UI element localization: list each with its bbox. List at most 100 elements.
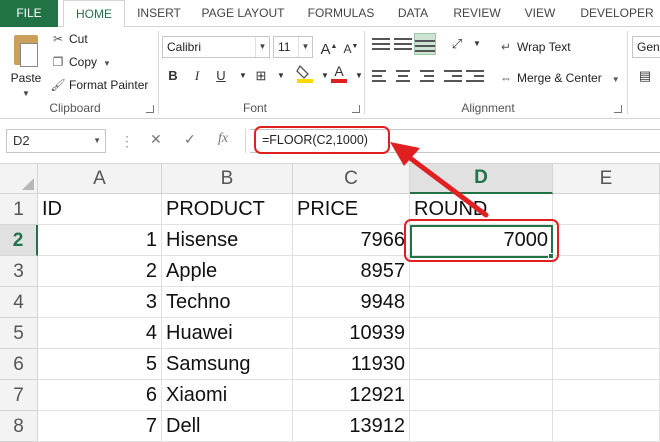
align-center-icon[interactable]	[394, 67, 412, 85]
borders-icon[interactable]: ⊞	[250, 65, 272, 87]
cell-b8[interactable]: Dell	[162, 411, 293, 442]
clipboard-launcher-icon[interactable]	[146, 105, 154, 113]
chevron-down-icon[interactable]: ▼	[22, 89, 30, 98]
shrink-font-icon[interactable]: A▼	[340, 36, 362, 58]
fill-color-icon[interactable]	[294, 63, 316, 85]
copy-button[interactable]: ❐ Copy ▼	[50, 52, 111, 72]
cell-d7[interactable]	[410, 380, 553, 411]
copy-chevron-down-icon[interactable]: ▼	[103, 59, 111, 68]
row-header[interactable]: 3	[0, 256, 38, 287]
italic-button[interactable]: I	[186, 65, 208, 87]
merge-center-button[interactable]: ⇔ Merge & Center ▼	[498, 68, 620, 88]
cell-b4[interactable]: Techno	[162, 287, 293, 318]
align-right-icon[interactable]	[416, 67, 434, 85]
cell-a2[interactable]: 1	[38, 225, 162, 256]
cell-b5[interactable]: Huawei	[162, 318, 293, 349]
font-launcher-icon[interactable]	[352, 105, 360, 113]
accounting-format-icon[interactable]: ▤	[634, 65, 656, 87]
orientation-chevron-down-icon[interactable]: ▼	[466, 33, 488, 55]
cell-e4[interactable]	[553, 287, 660, 318]
increase-indent-icon[interactable]	[466, 67, 484, 85]
borders-chevron-down-icon[interactable]: ▼	[270, 65, 292, 87]
cell-b3[interactable]: Apple	[162, 256, 293, 287]
cell-d4[interactable]	[410, 287, 553, 318]
tab-data[interactable]: DATA	[390, 0, 436, 27]
cell-d5[interactable]	[410, 318, 553, 349]
row-header[interactable]: 5	[0, 318, 38, 349]
merge-chevron-down-icon[interactable]: ▼	[612, 75, 620, 84]
tab-view[interactable]: VIEW	[517, 0, 563, 27]
tab-formulas[interactable]: FORMULAS	[300, 0, 382, 27]
cell-b1[interactable]: PRODUCT	[162, 194, 293, 225]
cell-a8[interactable]: 7	[38, 411, 162, 442]
row-header[interactable]: 1	[0, 194, 38, 225]
top-align-icon[interactable]	[372, 35, 390, 53]
middle-align-icon[interactable]	[394, 35, 412, 53]
insert-function-icon[interactable]: fx	[218, 131, 228, 147]
column-header-a[interactable]: A	[38, 164, 162, 194]
bold-button[interactable]: B	[162, 65, 184, 87]
cell-c2[interactable]: 7966	[293, 225, 410, 256]
column-header-d[interactable]: D	[410, 164, 553, 194]
tab-file[interactable]: FILE	[0, 0, 58, 27]
cell-a1[interactable]: ID	[38, 194, 162, 225]
number-format-select[interactable]: Gene	[632, 36, 660, 58]
cell-e7[interactable]	[553, 380, 660, 411]
format-painter-button[interactable]: 🖌 Format Painter	[50, 75, 148, 95]
cut-button[interactable]: ✂ Cut	[50, 29, 88, 49]
tab-home[interactable]: HOME	[63, 0, 125, 28]
row-header[interactable]: 8	[0, 411, 38, 442]
font-size-select[interactable]: 11 ▼	[273, 36, 313, 58]
enter-icon[interactable]: ✓	[184, 131, 196, 148]
bottom-align-icon[interactable]	[414, 33, 436, 55]
row-header[interactable]: 7	[0, 380, 38, 411]
cell-a3[interactable]: 2	[38, 256, 162, 287]
paste-button[interactable]: Paste ▼	[6, 31, 46, 109]
select-all-corner[interactable]	[0, 164, 38, 194]
cell-b7[interactable]: Xiaomi	[162, 380, 293, 411]
cell-d6[interactable]	[410, 349, 553, 380]
column-header-e[interactable]: E	[553, 164, 660, 194]
wrap-text-button[interactable]: ↵ Wrap Text	[498, 37, 571, 57]
tab-developer[interactable]: DEVELOPER	[574, 0, 660, 27]
cell-e8[interactable]	[553, 411, 660, 442]
tab-page-layout[interactable]: PAGE LAYOUT	[196, 0, 290, 27]
alignment-launcher-icon[interactable]	[614, 105, 622, 113]
decrease-indent-icon[interactable]	[444, 67, 462, 85]
cell-b2[interactable]: Hisense	[162, 225, 293, 256]
orientation-icon[interactable]: ⤢	[446, 33, 468, 55]
cell-c4[interactable]: 9948	[293, 287, 410, 318]
font-color-icon[interactable]: A	[328, 61, 350, 83]
cell-d8[interactable]	[410, 411, 553, 442]
cell-e6[interactable]	[553, 349, 660, 380]
name-box[interactable]: D2 ▼	[6, 129, 106, 153]
row-header[interactable]: 6	[0, 349, 38, 380]
font-color-chevron-down-icon[interactable]: ▼	[348, 65, 370, 87]
grow-font-icon[interactable]: A▲	[318, 36, 340, 58]
column-header-c[interactable]: C	[293, 164, 410, 194]
cell-c8[interactable]: 13912	[293, 411, 410, 442]
cell-e5[interactable]	[553, 318, 660, 349]
row-header[interactable]: 4	[0, 287, 38, 318]
cell-c5[interactable]: 10939	[293, 318, 410, 349]
align-left-icon[interactable]	[372, 67, 390, 85]
tab-review[interactable]: REVIEW	[446, 0, 508, 27]
cell-a7[interactable]: 6	[38, 380, 162, 411]
cell-c6[interactable]: 11930	[293, 349, 410, 380]
cell-a4[interactable]: 3	[38, 287, 162, 318]
cell-c7[interactable]: 12921	[293, 380, 410, 411]
underline-button[interactable]: U	[210, 65, 232, 87]
cancel-icon[interactable]: ✕	[150, 131, 162, 148]
font-name-select[interactable]: Calibri ▼	[162, 36, 270, 58]
row-header[interactable]: 2	[0, 225, 38, 256]
tab-insert[interactable]: INSERT	[130, 0, 188, 27]
cell-e2[interactable]	[553, 225, 660, 256]
cell-e1[interactable]	[553, 194, 660, 225]
cell-c3[interactable]: 8957	[293, 256, 410, 287]
column-header-b[interactable]: B	[162, 164, 293, 194]
cell-a5[interactable]: 4	[38, 318, 162, 349]
cell-b6[interactable]: Samsung	[162, 349, 293, 380]
cell-e3[interactable]	[553, 256, 660, 287]
cell-a6[interactable]: 5	[38, 349, 162, 380]
cell-c1[interactable]: PRICE	[293, 194, 410, 225]
